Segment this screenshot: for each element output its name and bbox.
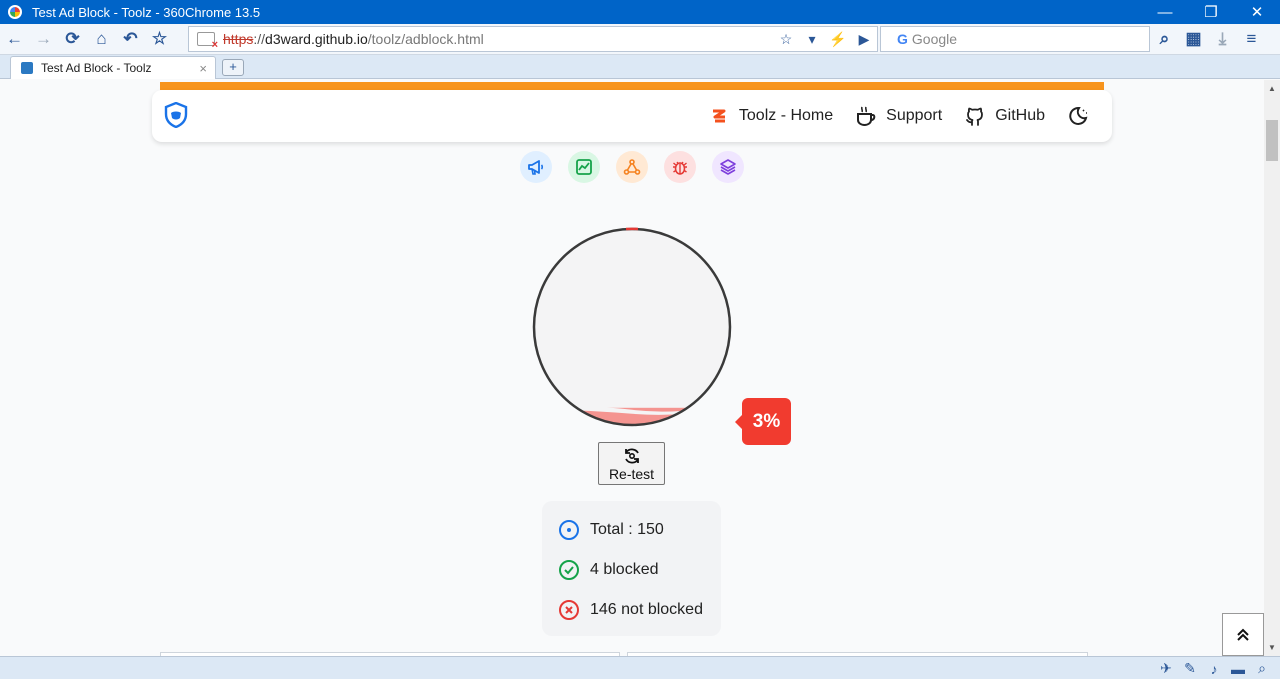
address-bar[interactable]: https://d3ward.github.io/toolz/adblock.h… xyxy=(188,26,878,52)
window-controls: — ❐ ✕ xyxy=(1142,0,1280,24)
bookmarks-button[interactable]: ☆ xyxy=(145,25,174,53)
tab-favicon-icon xyxy=(21,62,33,74)
coffee-icon xyxy=(855,105,877,127)
flash-icon[interactable]: ⚡ xyxy=(825,31,851,48)
retest-button[interactable]: Re-test xyxy=(598,442,665,485)
category-icon-row xyxy=(520,151,760,183)
apps-icon[interactable]: ▦ xyxy=(1179,25,1208,53)
status-icons: ✈ ✎ ♪ ▬ ⌕ xyxy=(1154,657,1274,679)
moon-icon xyxy=(1067,105,1089,127)
nav-toolz-home[interactable]: Toolz - Home xyxy=(708,105,833,127)
google-logo-icon: G xyxy=(897,31,908,47)
nav-toolz-home-label: Toolz - Home xyxy=(738,107,834,124)
insecure-lock-icon[interactable] xyxy=(197,32,218,51)
address-bar-actions: ☆ ▾ ⚡ ▶ xyxy=(773,27,877,51)
rocket-icon[interactable]: ✈ xyxy=(1154,660,1178,677)
double-chevron-up-icon xyxy=(1237,628,1249,641)
tab-close-icon[interactable]: × xyxy=(199,61,207,76)
scroll-down-arrow-icon[interactable]: ▼ xyxy=(1264,639,1280,656)
download-icon[interactable]: ⤓ xyxy=(1208,25,1237,53)
search-box[interactable]: G Google xyxy=(880,26,1150,52)
broom-icon[interactable]: ✎ xyxy=(1178,660,1202,677)
favorite-star-icon[interactable]: ☆ xyxy=(773,31,799,48)
browser-logo-icon xyxy=(8,5,22,19)
home-button[interactable]: ⌂ xyxy=(87,25,116,53)
theme-toggle-button[interactable] xyxy=(1067,105,1098,127)
blocked-label: 4 blocked xyxy=(590,561,659,578)
reload-button[interactable]: ⟳ xyxy=(58,25,87,53)
close-window-button[interactable]: ✕ xyxy=(1234,0,1280,24)
analytics-icon[interactable] xyxy=(616,151,648,183)
tab-test-ad-block[interactable]: Test Ad Block - Toolz × xyxy=(10,56,216,79)
url-host: d3ward.github.io xyxy=(265,31,368,47)
total-label: Total : 150 xyxy=(590,521,664,538)
status-bar: ✈ ✎ ♪ ▬ ⌕ xyxy=(0,656,1280,679)
zoom-icon[interactable]: ⌕ xyxy=(1250,660,1274,677)
search-icon[interactable]: ⌕ xyxy=(1150,25,1179,53)
browser-toolbar: ← → ⟳ ⌂ ↶ ☆ https://d3ward.github.io/too… xyxy=(0,24,1280,55)
nav-support-label: Support xyxy=(886,107,943,124)
new-tab-button[interactable]: + xyxy=(222,59,244,76)
menu-icon[interactable]: ≡ xyxy=(1237,25,1266,53)
volume-icon[interactable]: ♪ xyxy=(1202,661,1226,677)
nav-support[interactable]: Support xyxy=(855,105,942,127)
nav-links: Toolz - Home Support GitHub xyxy=(686,90,1098,142)
site-navbar: Toolz - Home Support GitHub xyxy=(152,90,1112,142)
check-circle-icon xyxy=(559,560,579,580)
play-icon[interactable]: ▶ xyxy=(851,31,877,48)
url-path: /toolz/adblock.html xyxy=(367,31,484,47)
address-url[interactable]: https://d3ward.github.io/toolz/adblock.h… xyxy=(223,31,484,47)
forward-button[interactable]: → xyxy=(29,25,58,53)
x-circle-icon xyxy=(559,600,579,620)
retest-label: Re-test xyxy=(608,465,655,482)
title-bar: Test Ad Block - Toolz - 360Chrome 13.5 —… xyxy=(0,0,1280,24)
tab-label: Test Ad Block - Toolz xyxy=(41,61,152,75)
refresh-icon xyxy=(624,447,639,464)
megaphone-icon[interactable] xyxy=(520,151,552,183)
url-separator: :// xyxy=(253,31,266,47)
toolz-z-icon xyxy=(708,105,730,127)
url-scheme: https xyxy=(223,31,254,47)
test-summary: Total : 150 4 blocked 146 not blocked xyxy=(542,501,721,636)
search-input[interactable]: Google xyxy=(912,31,957,47)
page-scrollbar[interactable]: ▲ ▼ xyxy=(1264,80,1280,656)
window-title: Test Ad Block - Toolz - 360Chrome 13.5 xyxy=(32,4,261,20)
undo-close-tab-button[interactable]: ↶ xyxy=(116,25,145,53)
folder-icon[interactable]: ▬ xyxy=(1226,661,1250,677)
not-blocked-stat: 146 not blocked xyxy=(558,599,703,621)
not-blocked-label: 146 not blocked xyxy=(590,601,703,618)
dropdown-icon[interactable]: ▾ xyxy=(799,31,825,48)
scroll-to-top-button[interactable] xyxy=(1222,613,1264,656)
tab-bar: Test Ad Block - Toolz × + xyxy=(0,55,1280,79)
minimize-button[interactable]: — xyxy=(1142,0,1188,24)
total-stat: Total : 150 xyxy=(558,519,664,541)
scroll-thumb[interactable] xyxy=(1266,120,1278,161)
page-content: Toolz - Home Support GitHub 3% Re-test T… xyxy=(0,80,1264,656)
nav-github[interactable]: GitHub xyxy=(964,105,1045,127)
blocked-stat: 4 blocked xyxy=(558,559,659,581)
target-icon xyxy=(559,520,579,540)
github-icon xyxy=(964,105,986,127)
chart-line-icon[interactable] xyxy=(568,151,600,183)
bug-icon[interactable] xyxy=(664,151,696,183)
adblock-score-gauge xyxy=(532,227,732,427)
toolbar-right: ⌕ ▦ ⤓ ≡ xyxy=(1150,24,1266,54)
nav-github-label: GitHub xyxy=(995,107,1045,124)
scroll-up-arrow-icon[interactable]: ▲ xyxy=(1264,80,1280,97)
restore-button[interactable]: ❐ xyxy=(1188,0,1234,24)
percent-badge: 3% xyxy=(735,398,791,445)
back-button[interactable]: ← xyxy=(0,25,29,53)
accent-strip xyxy=(160,82,1104,90)
shield-logo-icon[interactable] xyxy=(164,102,188,128)
layers-icon[interactable] xyxy=(712,151,744,183)
